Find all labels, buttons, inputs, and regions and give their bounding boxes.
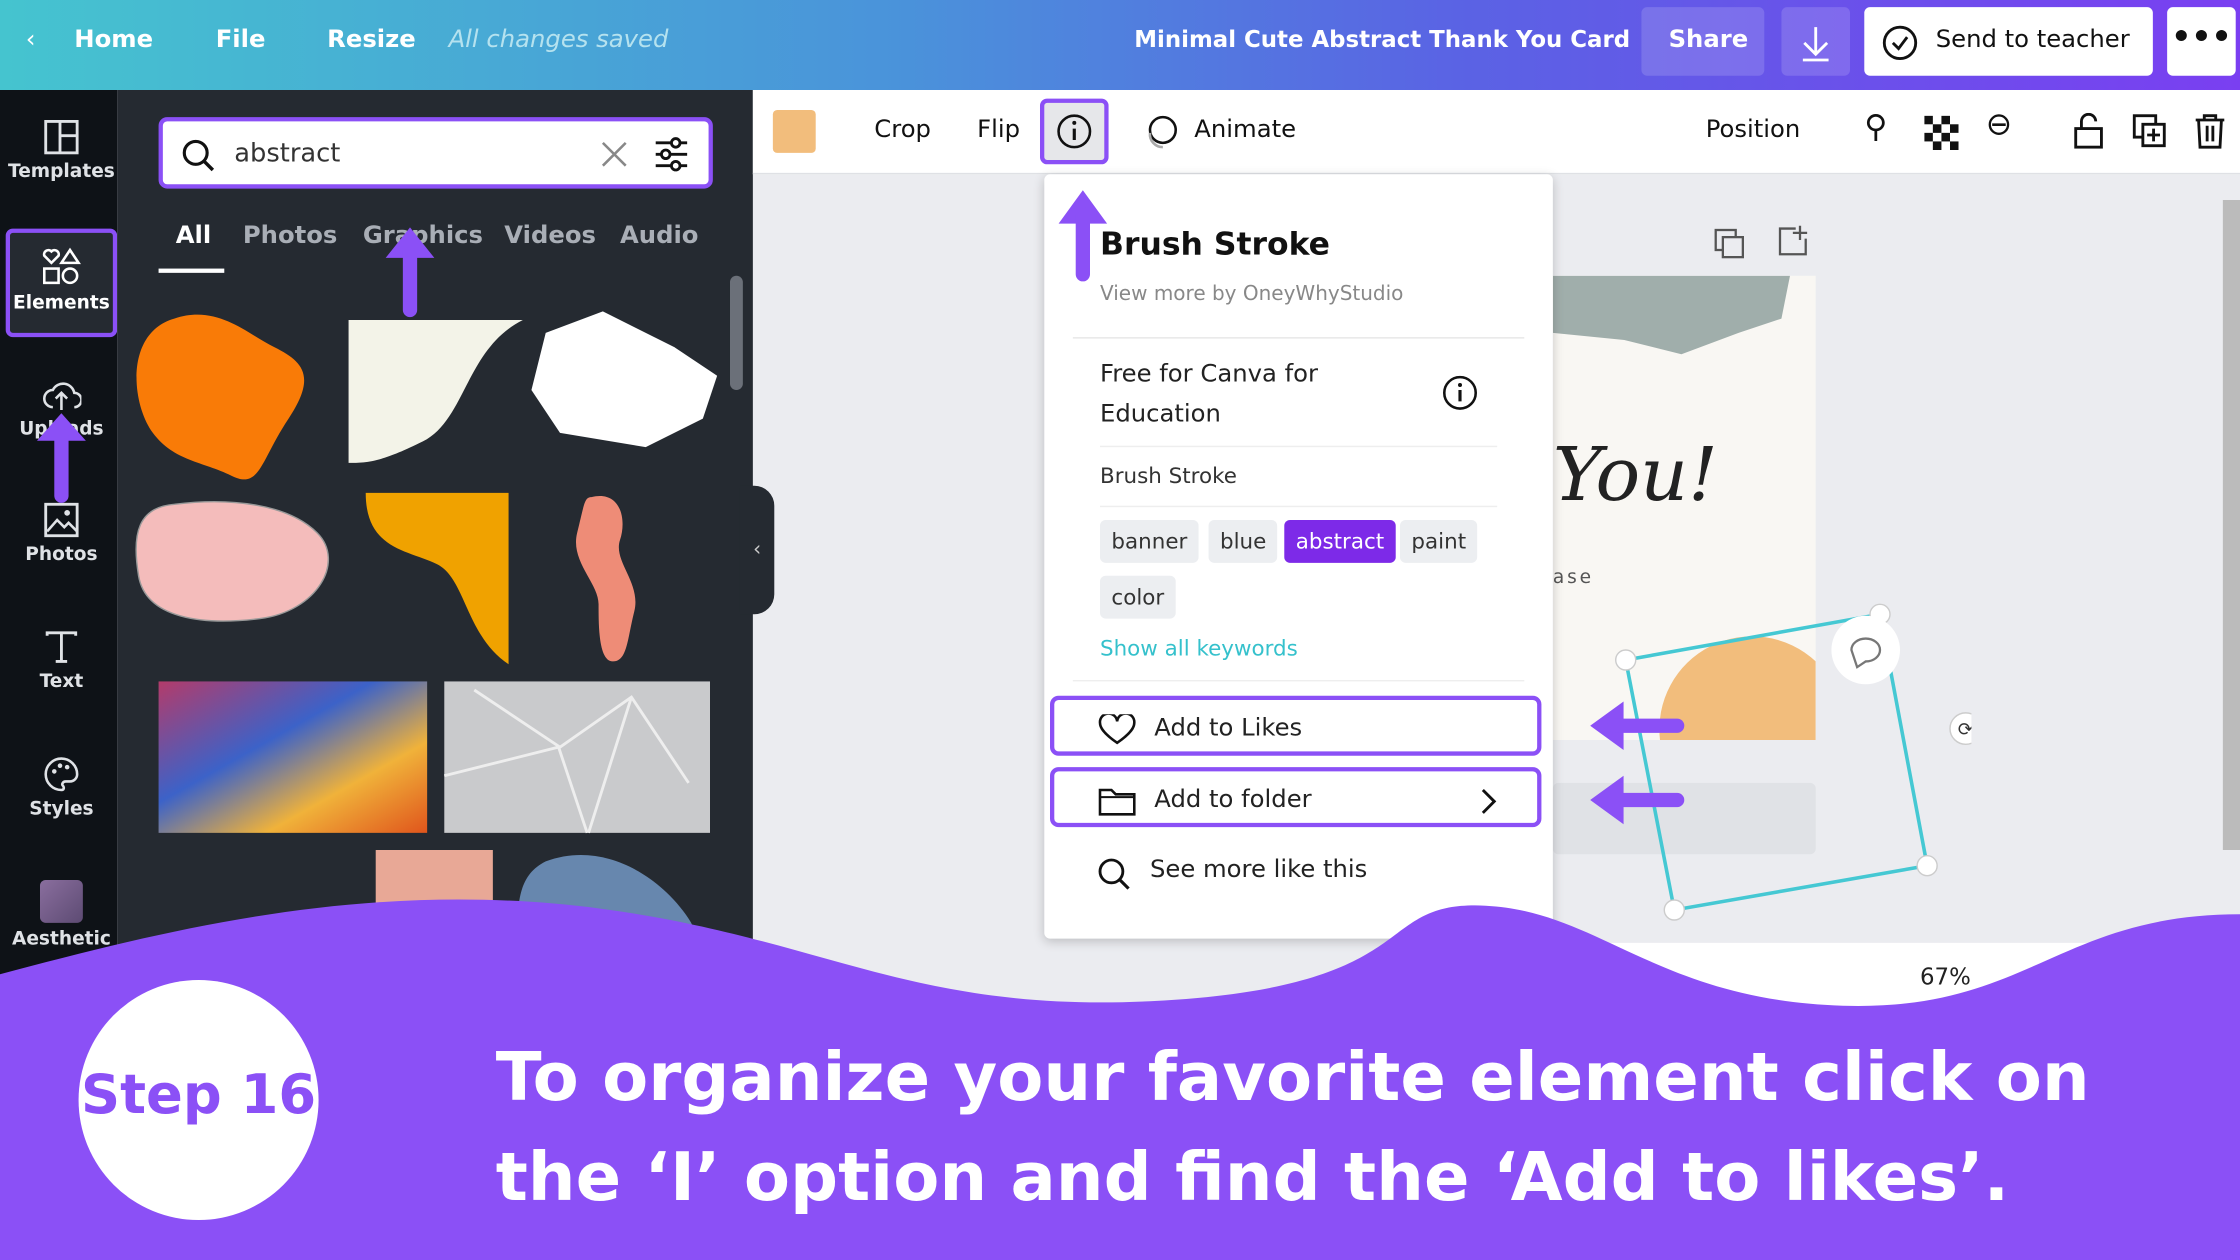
- step-label: Step 16: [80, 1062, 317, 1126]
- screen: ‹ Home File Resize All changes saved Min…: [0, 0, 2240, 1260]
- step-caption: To organize your favorite element click …: [495, 1038, 2090, 1218]
